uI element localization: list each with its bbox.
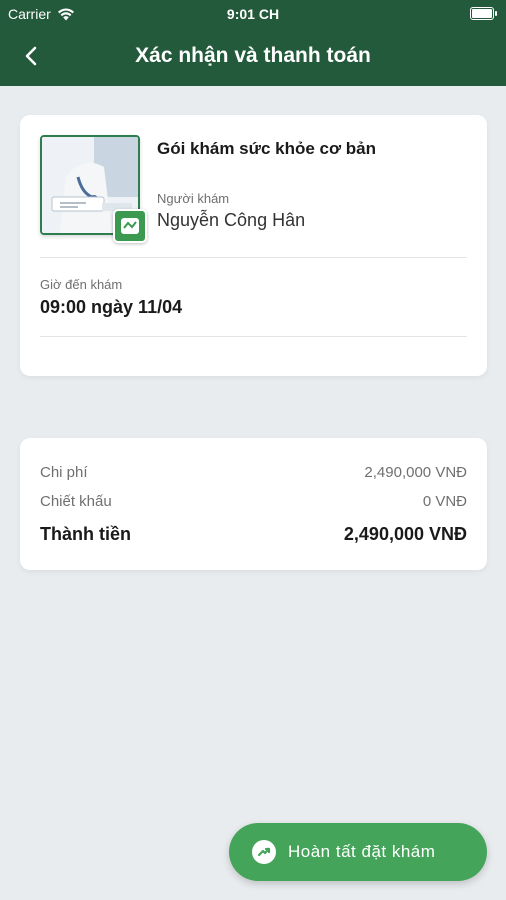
total-label: Thành tiền bbox=[40, 524, 131, 544]
cost-value: 2,490,000 VNĐ bbox=[364, 464, 467, 481]
page-title: Xác nhận và thanh toán bbox=[135, 44, 371, 67]
total-row: Thành tiền 2,490,000 VNĐ bbox=[40, 524, 467, 545]
total-value: 2,490,000 VNĐ bbox=[343, 524, 467, 544]
booking-summary-card: Gói khám sức khỏe cơ bản Người khám Nguy… bbox=[20, 115, 487, 376]
appointment-time-value: 09:00 ngày 11/04 bbox=[40, 297, 183, 317]
status-time: 9:01 CH bbox=[226, 6, 280, 22]
patient-name: Nguyễn Công Hân bbox=[157, 210, 306, 230]
payment-summary-card: Chi phí 2,490,000 VNĐ Chiết khấu 0 VNĐ T… bbox=[20, 438, 487, 570]
navigation-bar: Xác nhận và thanh toán bbox=[0, 30, 506, 86]
divider bbox=[40, 257, 467, 258]
package-name: Gói khám sức khỏe cơ bản bbox=[157, 139, 377, 158]
cost-label: Chi phí bbox=[40, 464, 88, 481]
clinic-logo-icon bbox=[113, 209, 147, 243]
status-bar: Carrier 9:01 CH bbox=[0, 0, 506, 28]
complete-booking-button[interactable]: Hoàn tất đặt khám bbox=[229, 823, 487, 881]
cost-row: Chi phí 2,490,000 VNĐ bbox=[40, 464, 467, 481]
discount-row: Chiết khấu 0 VNĐ bbox=[40, 493, 467, 510]
header-bar: Carrier 9:01 CH Xác nhận và thanh toán bbox=[0, 0, 506, 86]
patient-label: Người khám bbox=[157, 191, 230, 206]
arrow-circle-icon bbox=[252, 840, 276, 864]
discount-value: 0 VNĐ bbox=[422, 493, 467, 510]
appointment-time-label: Giờ đến khám bbox=[40, 277, 123, 292]
battery-icon bbox=[470, 7, 497, 20]
divider bbox=[40, 336, 467, 337]
discount-label: Chiết khấu bbox=[40, 493, 112, 510]
complete-booking-label: Hoàn tất đặt khám bbox=[288, 842, 436, 861]
